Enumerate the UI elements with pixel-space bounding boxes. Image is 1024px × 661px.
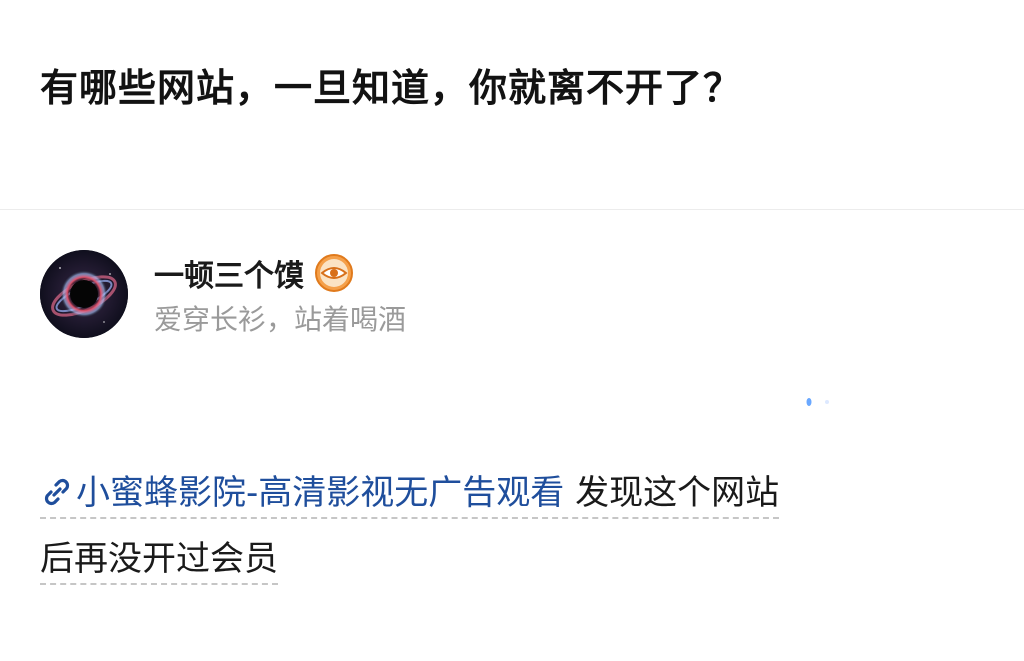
eye-badge-icon[interactable] — [314, 253, 354, 293]
answer-line-1: 小蜜蜂影院-高清影视无广告观看 发现这个网站 — [40, 460, 980, 526]
answer-text: 发现这个网站 — [564, 473, 780, 513]
answer-link[interactable]: 小蜜蜂影院-高清影视无广告观看 — [40, 473, 564, 513]
author-name-row: 一顿三个馍 — [154, 252, 354, 294]
question-title[interactable]: 有哪些网站，一旦知道，你就离不开了？ — [40, 62, 742, 114]
author-name[interactable]: 一顿三个馍 — [154, 251, 304, 295]
author-avatar[interactable] — [40, 250, 128, 338]
divider — [0, 209, 1024, 210]
answer-text-line-2: 后再没开过会员 — [40, 537, 278, 585]
black-hole-avatar-icon — [40, 250, 128, 338]
answer-content: 小蜜蜂影院-高清影视无广告观看 发现这个网站 后再没开过会员 — [40, 460, 980, 592]
answer-page: 有哪些网站，一旦知道，你就离不开了？ 一顿三个馍 爱穿长衫，站着喝酒 小蜜蜂影院… — [0, 0, 1024, 661]
answer-link-text[interactable]: 小蜜蜂影院-高清影视无广告观看 — [76, 473, 564, 513]
author-bio: 爱穿长衫，站着喝酒 — [154, 303, 407, 336]
link-icon — [44, 478, 70, 506]
loading-dots-icon — [806, 398, 829, 406]
answer-line-2: 后再没开过会员 — [40, 526, 980, 592]
